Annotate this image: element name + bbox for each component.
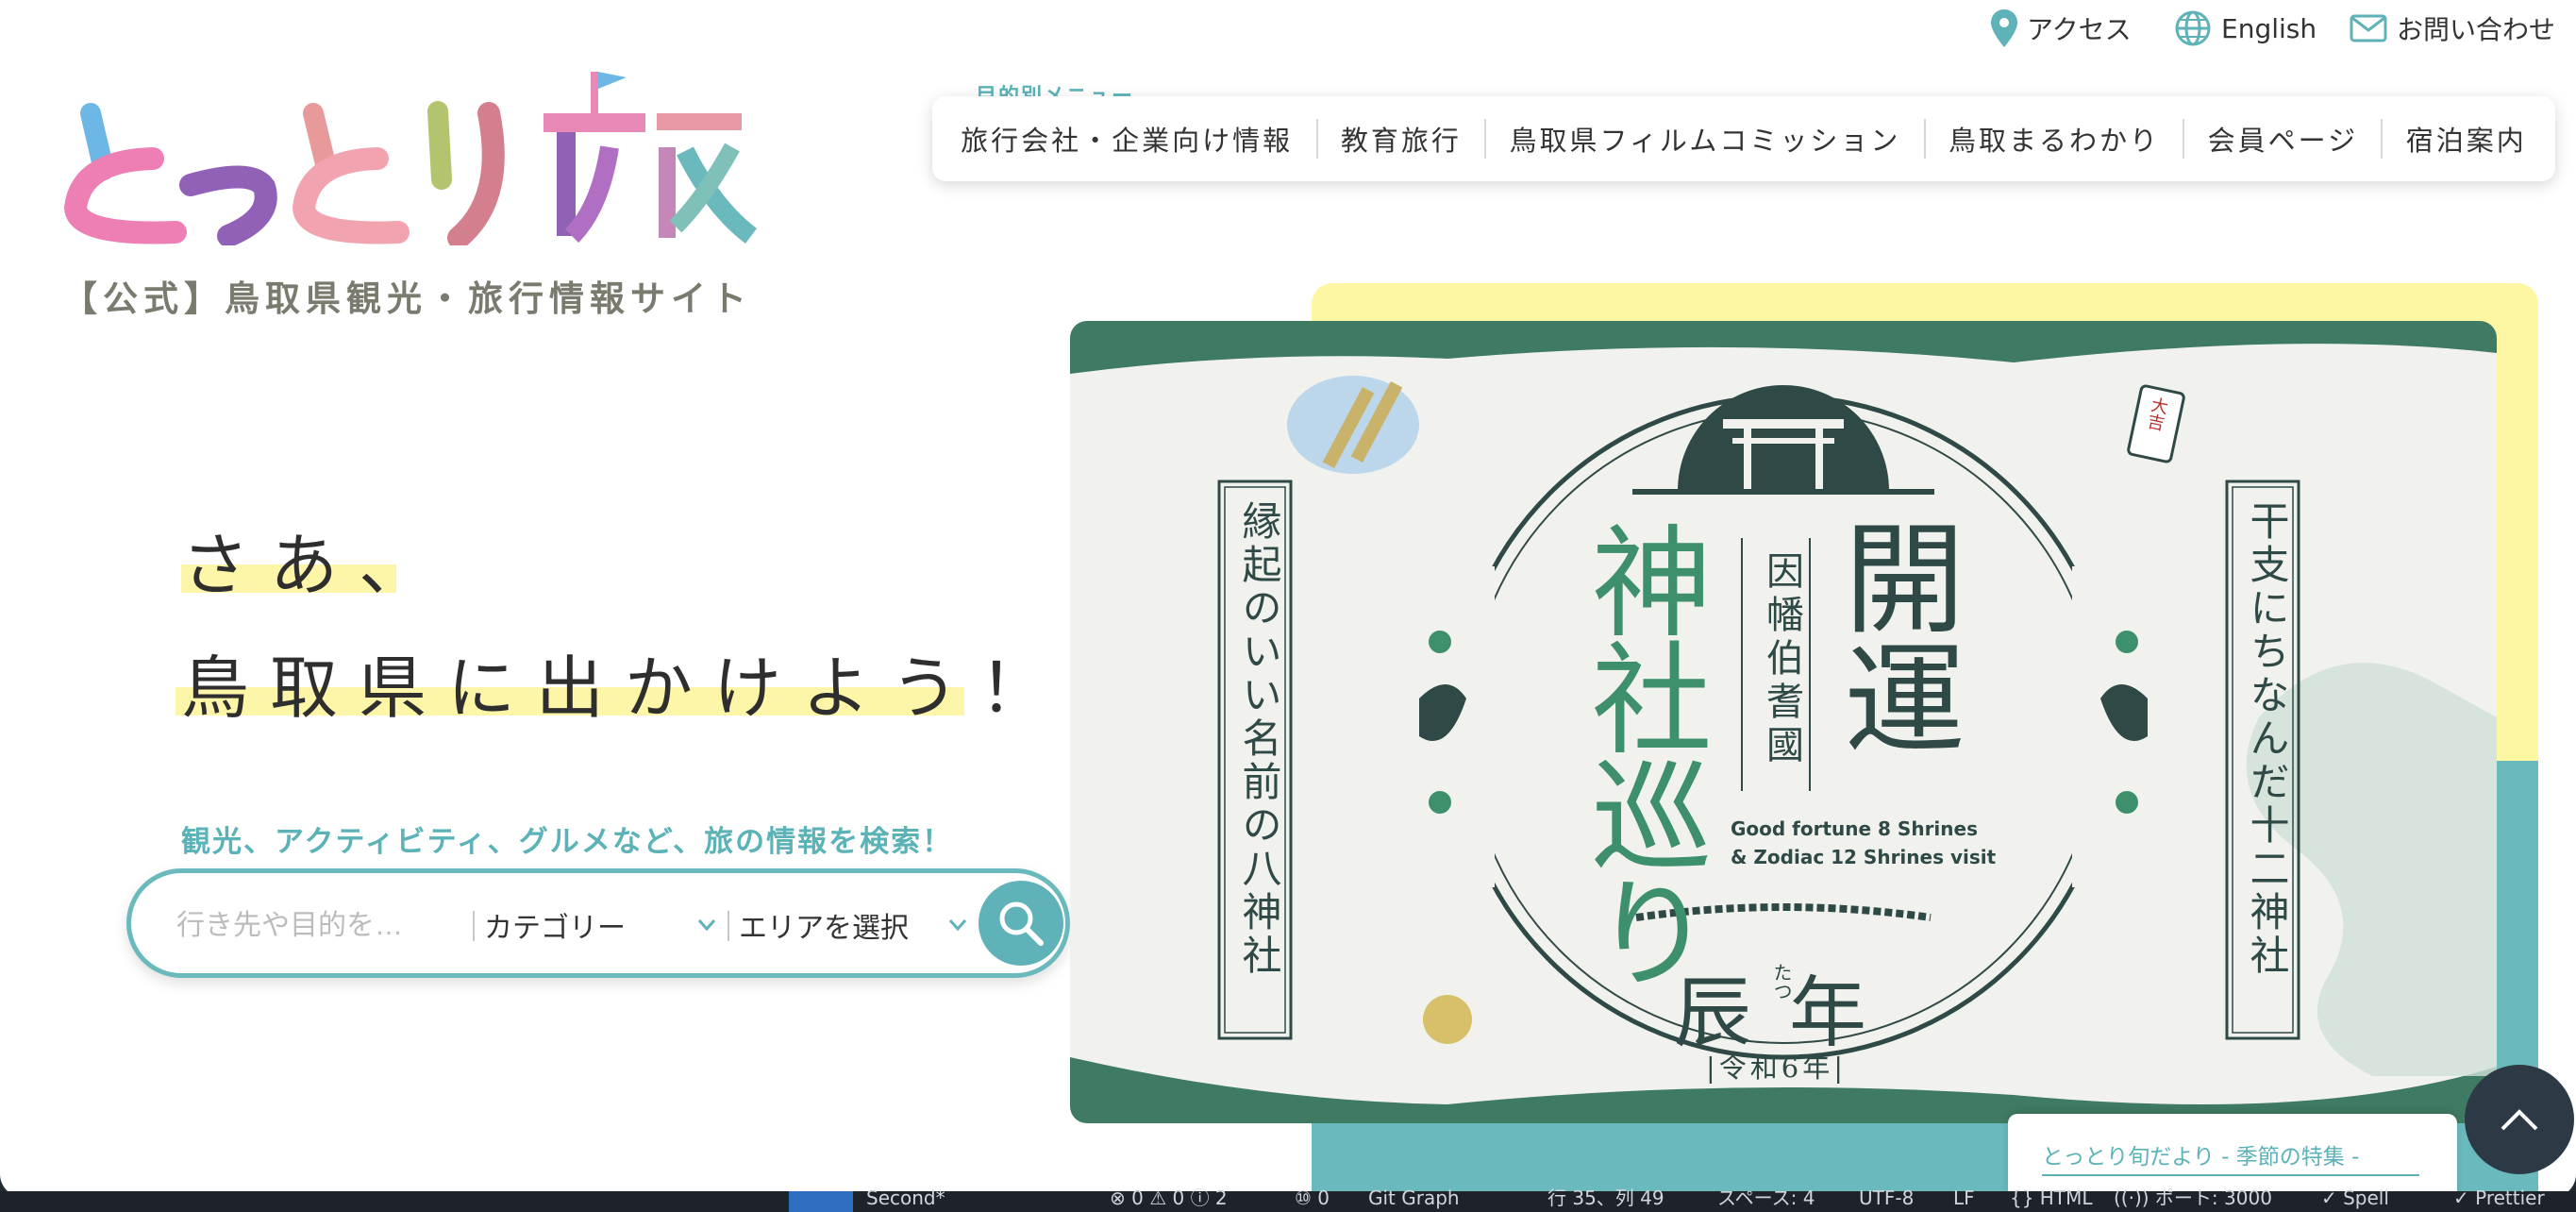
chevron-up-icon (2501, 1109, 2538, 1131)
nav-item-education[interactable]: 教育旅行 (1341, 119, 1462, 159)
banner-province: 因幡伯耆國 (1760, 551, 1803, 768)
status-ports[interactable]: ⑩ 0 (1295, 1187, 1330, 1208)
remote-indicator[interactable] (789, 1191, 853, 1212)
status-port[interactable]: ((·)) ポート: 3000 (2114, 1187, 2272, 1208)
status-spaces[interactable]: スペース: 4 (1717, 1187, 1815, 1208)
mail-icon (2350, 14, 2387, 42)
editor-status-bar: Second* ⊗ 0 ⚠ 0 ⓘ 2 ⑩ 0 Git Graph 行 35、列… (0, 1187, 2576, 1212)
nav-divider (1315, 119, 1318, 159)
search-input[interactable] (175, 901, 480, 951)
seasonal-feature-label: とっとり旬だより - 季節の特集 - (2042, 1145, 2360, 1170)
nav-item-members[interactable]: 会員ページ (2208, 119, 2358, 159)
banner-title-kaiun: 開運 (1823, 515, 1964, 757)
search-divider (728, 911, 729, 941)
status-position[interactable]: 行 35、列 49 (1547, 1187, 1664, 1208)
status-prettier[interactable]: ✓ Prettier (2453, 1187, 2545, 1208)
banner-era: |令和6年| (1706, 1052, 1847, 1084)
nav-divider (2381, 119, 2384, 159)
access-link[interactable]: アクセス (1991, 9, 2132, 47)
page: アクセス English お問い合わせ 【公式】鳥取県観光・旅行情報サイト 旅行… (0, 0, 2576, 1197)
nav-divider (1923, 119, 1926, 159)
status-spell[interactable]: ✓ Spell (2321, 1187, 2389, 1208)
globe-icon (2175, 10, 2211, 46)
banner-year-ruby: たつ (1770, 963, 1793, 1001)
banner-en-line1: Good fortune 8 Shrines (1731, 817, 1978, 840)
status-eol[interactable]: LF (1953, 1187, 1975, 1208)
nav-item-film-commission[interactable]: 鳥取県フィルムコミッション (1510, 119, 1901, 159)
area-select-value: エリアを選択 (739, 912, 909, 945)
hero-heading-line1: さあ、 (181, 526, 448, 605)
map-pin-icon (1991, 9, 2017, 47)
nav-item-travel-agency[interactable]: 旅行会社・企業向け情報 (961, 119, 1293, 159)
search-label: 観光、アクティビティ、グルメなど、旅の情報を検索！ (181, 825, 954, 859)
scroll-to-top-button[interactable] (2465, 1065, 2574, 1174)
contact-label: お問い合わせ (2397, 14, 2556, 45)
purpose-menu: 旅行会社・企業向け情報 教育旅行 鳥取県フィルムコミッション 鳥取まるわかり 会… (932, 96, 2555, 181)
chevron-down-icon (697, 919, 716, 932)
access-label: アクセス (2027, 14, 2132, 45)
nav-item-accommodation[interactable]: 宿泊案内 (2406, 119, 2527, 159)
search-bar: カテゴリー エリアを選択 (126, 868, 1070, 978)
feature-banner[interactable]: 縁起のいい名前の八神社 干支にちなんだ十二神社 神社巡り 開運 因幡伯耆國 Go… (1070, 321, 2497, 1123)
banner-en-line2: & Zodiac 12 Shrines visit (1731, 846, 1997, 868)
status-language[interactable]: {} HTML (2010, 1187, 2092, 1208)
status-encoding[interactable]: UTF-8 (1859, 1187, 1914, 1208)
nav-divider (1484, 119, 1487, 159)
category-select-value: カテゴリー (484, 912, 626, 945)
english-link[interactable]: English (2174, 9, 2317, 47)
search-divider (473, 911, 475, 941)
status-problems[interactable]: ⊗ 0 ⚠ 0 ⓘ 2 (1110, 1187, 1228, 1208)
english-label: English (2221, 12, 2317, 44)
banner-right-caption: 干支にちなんだ十二神社 (2244, 500, 2290, 978)
search-icon (999, 901, 1044, 946)
logo-tagline: 【公式】鳥取県観光・旅行情報サイト (62, 278, 752, 319)
nav-item-overview[interactable]: 鳥取まるわかり (1949, 119, 2160, 159)
seasonal-feature-link[interactable]: とっとり旬だより - 季節の特集 - (2008, 1114, 2457, 1197)
notice-underline (2042, 1174, 2419, 1176)
nav-divider (2183, 119, 2185, 159)
category-select[interactable]: カテゴリー (484, 901, 720, 949)
banner-left-caption: 縁起のいい名前の八神社 (1236, 500, 1282, 978)
area-select[interactable]: エリアを選択 (739, 901, 967, 949)
contact-link[interactable]: お問い合わせ (2350, 9, 2555, 47)
site-logo[interactable] (62, 57, 761, 249)
status-branch[interactable]: Second* (866, 1187, 945, 1208)
hero-heading-line2: 鳥取県に出かけよう！ (181, 648, 1069, 728)
banner-title-shrine-tour: 神社巡り (1570, 519, 1711, 987)
logo-wordmark (63, 72, 758, 249)
status-git-graph[interactable]: Git Graph (1368, 1187, 1460, 1208)
search-button[interactable] (979, 881, 1063, 966)
chevron-down-icon (948, 919, 967, 932)
